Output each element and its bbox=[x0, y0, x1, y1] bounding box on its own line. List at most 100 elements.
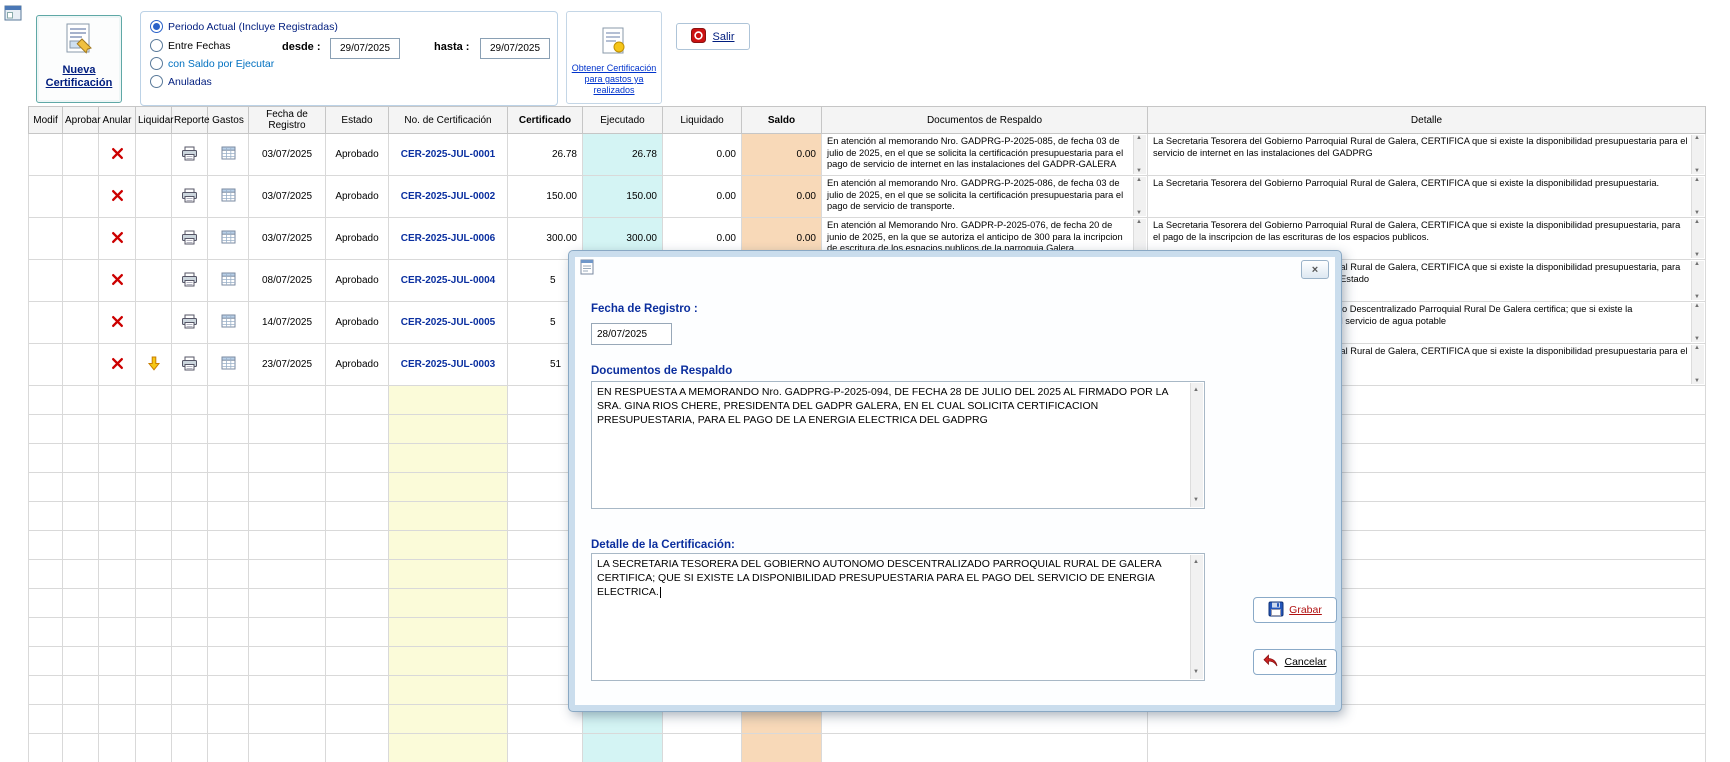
certificacion-number-cell[interactable]: CER-2025-JUL-0004 bbox=[389, 260, 508, 302]
col-header-ejecutado[interactable]: Ejecutado bbox=[583, 107, 663, 134]
cancelar-button[interactable]: Cancelar bbox=[1253, 649, 1337, 675]
cell-scrollbar[interactable] bbox=[1691, 345, 1704, 384]
certificacion-number-cell[interactable]: CER-2025-JUL-0001 bbox=[389, 134, 508, 176]
reporte-button[interactable] bbox=[172, 302, 208, 344]
hasta-field[interactable]: 29/07/2025 bbox=[480, 38, 550, 59]
radio-anuladas[interactable]: Anuladas bbox=[150, 75, 212, 88]
col-header-no-de-certificaci-n[interactable]: No. de Certificación bbox=[389, 107, 508, 134]
fecha-cell[interactable]: 08/07/2025 bbox=[249, 260, 326, 302]
certificacion-number-cell[interactable]: CER-2025-JUL-0002 bbox=[389, 176, 508, 218]
gastos-button[interactable] bbox=[208, 176, 249, 218]
anular-button[interactable] bbox=[99, 176, 136, 218]
certificacion-number-cell[interactable]: CER-2025-JUL-0006 bbox=[389, 218, 508, 260]
reporte-button[interactable] bbox=[172, 344, 208, 386]
estado-cell[interactable]: Aprobado bbox=[326, 176, 389, 218]
empty-cell bbox=[136, 618, 172, 647]
col-header-anular[interactable]: Anular bbox=[99, 107, 136, 134]
documentos-textarea[interactable]: EN RESPUESTA A MEMORANDO Nro. GADPRG-P-2… bbox=[591, 381, 1205, 509]
col-header-certificado[interactable]: Certificado bbox=[508, 107, 583, 134]
saldo-cell[interactable]: 0.00 bbox=[742, 134, 822, 176]
gastos-button[interactable] bbox=[208, 218, 249, 260]
col-header-fecha-de-registro[interactable]: Fecha de Registro bbox=[249, 107, 326, 134]
col-header-reporte[interactable]: Reporte bbox=[172, 107, 208, 134]
detalle-cell[interactable]: La Secretaria Tesorera del Gobierno Parr… bbox=[1148, 176, 1706, 218]
textarea-scrollbar[interactable] bbox=[1190, 555, 1203, 679]
fecha-cell[interactable]: 03/07/2025 bbox=[249, 134, 326, 176]
col-header-estado[interactable]: Estado bbox=[326, 107, 389, 134]
desde-field[interactable]: 29/07/2025 bbox=[330, 38, 400, 59]
ejecutado-cell[interactable]: 150.00 bbox=[583, 176, 663, 218]
estado-cell[interactable]: Aprobado bbox=[326, 134, 389, 176]
empty-cell bbox=[136, 705, 172, 734]
certificacion-number-cell[interactable]: CER-2025-JUL-0003 bbox=[389, 344, 508, 386]
hasta-label: hasta : bbox=[434, 41, 469, 53]
cell-scrollbar[interactable] bbox=[1691, 177, 1704, 216]
empty-cell bbox=[389, 734, 508, 762]
gastos-button[interactable] bbox=[208, 260, 249, 302]
gastos-button[interactable] bbox=[208, 134, 249, 176]
cell-scrollbar[interactable] bbox=[1691, 219, 1704, 258]
col-header-liquidado[interactable]: Liquidado bbox=[663, 107, 742, 134]
estado-cell[interactable]: Aprobado bbox=[326, 218, 389, 260]
col-header-detalle[interactable]: Detalle bbox=[1148, 107, 1706, 134]
col-header-liquidar[interactable]: Liquidar bbox=[136, 107, 172, 134]
nueva-certificacion-button[interactable]: Nueva Certificación bbox=[36, 15, 122, 103]
textarea-scrollbar[interactable] bbox=[1190, 383, 1203, 507]
col-header-documentos-de-respaldo[interactable]: Documentos de Respaldo bbox=[822, 107, 1148, 134]
anular-button[interactable] bbox=[99, 218, 136, 260]
fecha-cell[interactable]: 23/07/2025 bbox=[249, 344, 326, 386]
radio-periodo-actual[interactable]: Periodo Actual (Incluye Registradas) bbox=[150, 20, 338, 33]
reporte-button[interactable] bbox=[172, 176, 208, 218]
dialog-close-button[interactable]: × bbox=[1301, 260, 1329, 279]
cell-scrollbar[interactable] bbox=[1133, 135, 1146, 174]
table-row: 03/07/2025AprobadoCER-2025-JUL-0002150.0… bbox=[29, 176, 1706, 218]
documentos-cell[interactable]: En atención al memorando Nro. GADPRG-P-2… bbox=[822, 176, 1148, 218]
cell-scrollbar[interactable] bbox=[1691, 261, 1704, 300]
empty-cell bbox=[29, 502, 63, 531]
saldo-cell[interactable]: 0.00 bbox=[742, 176, 822, 218]
salir-button[interactable]: Salir bbox=[676, 23, 750, 50]
fecha-cell[interactable]: 03/07/2025 bbox=[249, 176, 326, 218]
col-header-gastos[interactable]: Gastos bbox=[208, 107, 249, 134]
estado-cell[interactable]: Aprobado bbox=[326, 302, 389, 344]
ejecutado-cell[interactable]: 26.78 bbox=[583, 134, 663, 176]
estado-cell[interactable]: Aprobado bbox=[326, 260, 389, 302]
liquidado-cell[interactable]: 0.00 bbox=[663, 176, 742, 218]
col-header-aprobar[interactable]: Aprobar bbox=[63, 107, 99, 134]
anular-x-icon bbox=[111, 273, 124, 289]
reporte-button[interactable] bbox=[172, 218, 208, 260]
obtener-certificacion-button[interactable]: Obtener Certificación para gastos ya rea… bbox=[566, 11, 662, 104]
col-header-saldo[interactable]: Saldo bbox=[742, 107, 822, 134]
certificado-cell[interactable]: 150.00 bbox=[508, 176, 583, 218]
cell-scrollbar[interactable] bbox=[1133, 177, 1146, 216]
col-header-modif[interactable]: Modif bbox=[29, 107, 63, 134]
estado-cell[interactable]: Aprobado bbox=[326, 344, 389, 386]
liquidar-button[interactable] bbox=[136, 344, 172, 386]
cell-scrollbar[interactable] bbox=[1691, 135, 1704, 174]
detalle-textarea[interactable]: LA SECRETARIA TESORERA DEL GOBIERNO AUTO… bbox=[591, 553, 1205, 681]
radio-con-saldo[interactable]: con Saldo por Ejecutar bbox=[150, 57, 274, 70]
anular-button[interactable] bbox=[99, 134, 136, 176]
cell-scrollbar[interactable] bbox=[1691, 303, 1704, 342]
reporte-button[interactable] bbox=[172, 134, 208, 176]
anular-button[interactable] bbox=[99, 344, 136, 386]
expenses-grid-icon bbox=[221, 272, 236, 289]
app-icon bbox=[4, 5, 22, 26]
gastos-button[interactable] bbox=[208, 302, 249, 344]
certificacion-number-cell[interactable]: CER-2025-JUL-0005 bbox=[389, 302, 508, 344]
fecha-cell[interactable]: 03/07/2025 bbox=[249, 218, 326, 260]
gastos-button[interactable] bbox=[208, 344, 249, 386]
empty-cell bbox=[249, 589, 326, 618]
fecha-registro-field[interactable]: 28/07/2025 bbox=[591, 323, 672, 345]
grabar-button[interactable]: Grabar bbox=[1253, 597, 1337, 623]
reporte-button[interactable] bbox=[172, 260, 208, 302]
anular-button[interactable] bbox=[99, 302, 136, 344]
radio-entre-fechas[interactable]: Entre Fechas bbox=[150, 39, 230, 52]
empty-cell bbox=[136, 444, 172, 473]
certificado-cell[interactable]: 26.78 bbox=[508, 134, 583, 176]
fecha-cell[interactable]: 14/07/2025 bbox=[249, 302, 326, 344]
documentos-cell[interactable]: En atención al memorando Nro. GADPRG-P-2… bbox=[822, 134, 1148, 176]
liquidado-cell[interactable]: 0.00 bbox=[663, 134, 742, 176]
detalle-cell[interactable]: La Secretaria Tesorera del Gobierno Parr… bbox=[1148, 134, 1706, 176]
anular-button[interactable] bbox=[99, 260, 136, 302]
